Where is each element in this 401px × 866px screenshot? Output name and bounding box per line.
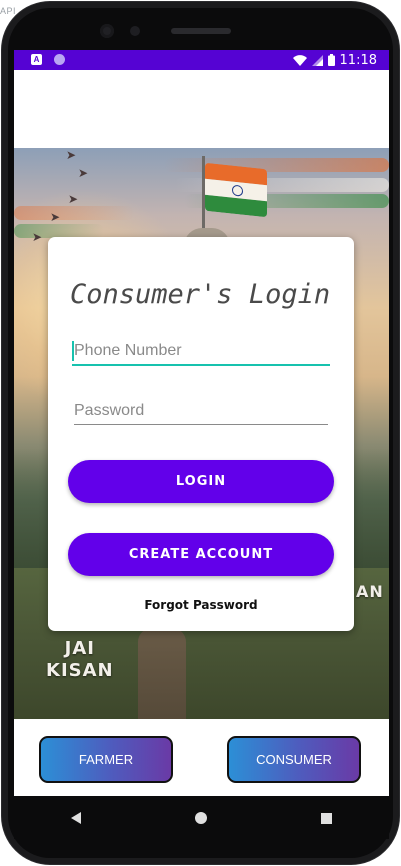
earpiece-speaker <box>171 28 231 34</box>
role-switch-bar: FARMER CONSUMER <box>14 719 389 796</box>
corner-label: API <box>0 6 17 16</box>
create-account-button[interactable]: CREATE ACCOUNT <box>68 533 334 576</box>
smoke-trail-orange <box>164 158 389 172</box>
aircraft-icon: ➤ <box>50 210 61 224</box>
jai-kisan-line2: KISAN <box>46 660 114 681</box>
status-bar: A 11:18 <box>14 50 389 70</box>
text-cursor <box>72 341 74 361</box>
status-bar-right: 11:18 <box>292 50 377 70</box>
indian-flag-icon <box>205 162 267 218</box>
jai-kisan-line1: JAI <box>64 638 95 659</box>
back-icon[interactable] <box>71 812 81 824</box>
aircraft-icon: ➤ <box>66 148 77 162</box>
signal-icon <box>311 54 323 66</box>
page-title: Consumer's Login <box>70 279 331 310</box>
phone-number-field[interactable] <box>72 338 330 366</box>
phone-number-input[interactable] <box>72 338 330 364</box>
forgot-password-link[interactable]: Forgot Password <box>48 598 354 612</box>
aircraft-icon: ➤ <box>78 166 89 180</box>
system-nav-bar <box>14 797 389 839</box>
phone-device: API A 11:18 ➤ ➤ ➤ ➤ ➤ AN JAI KISAN Consu… <box>0 0 401 866</box>
phone-underline <box>72 364 330 366</box>
login-card: Consumer's Login LOGIN CREATE ACCOUNT Fo… <box>48 237 354 631</box>
wifi-icon <box>292 54 307 66</box>
sensor-icon <box>130 26 140 36</box>
login-button[interactable]: LOGIN <box>68 460 334 503</box>
home-icon[interactable] <box>195 812 207 824</box>
circle-icon <box>54 54 65 65</box>
consumer-button[interactable]: CONSUMER <box>227 736 361 783</box>
notification-a-icon: A <box>31 54 42 65</box>
password-field[interactable] <box>72 398 330 425</box>
battery-icon <box>327 54 335 66</box>
farmer-figure <box>138 628 186 719</box>
smoke-trail-left-green <box>14 224 104 238</box>
app-screen: A 11:18 ➤ ➤ ➤ ➤ ➤ AN JAI KISAN Consumer'… <box>14 50 389 796</box>
status-time: 11:18 <box>339 52 377 68</box>
top-blank-area <box>14 70 389 148</box>
recents-icon[interactable] <box>321 812 332 824</box>
farmer-button[interactable]: FARMER <box>39 736 173 783</box>
password-input[interactable] <box>72 398 330 424</box>
smoke-trail-left <box>14 206 134 220</box>
aircraft-icon: ➤ <box>32 230 43 244</box>
front-camera-icon <box>100 24 114 38</box>
poster-side-text: AN <box>356 582 384 601</box>
password-underline <box>74 424 328 425</box>
aircraft-icon: ➤ <box>68 192 79 206</box>
jai-kisan-text: JAI KISAN <box>46 638 114 682</box>
